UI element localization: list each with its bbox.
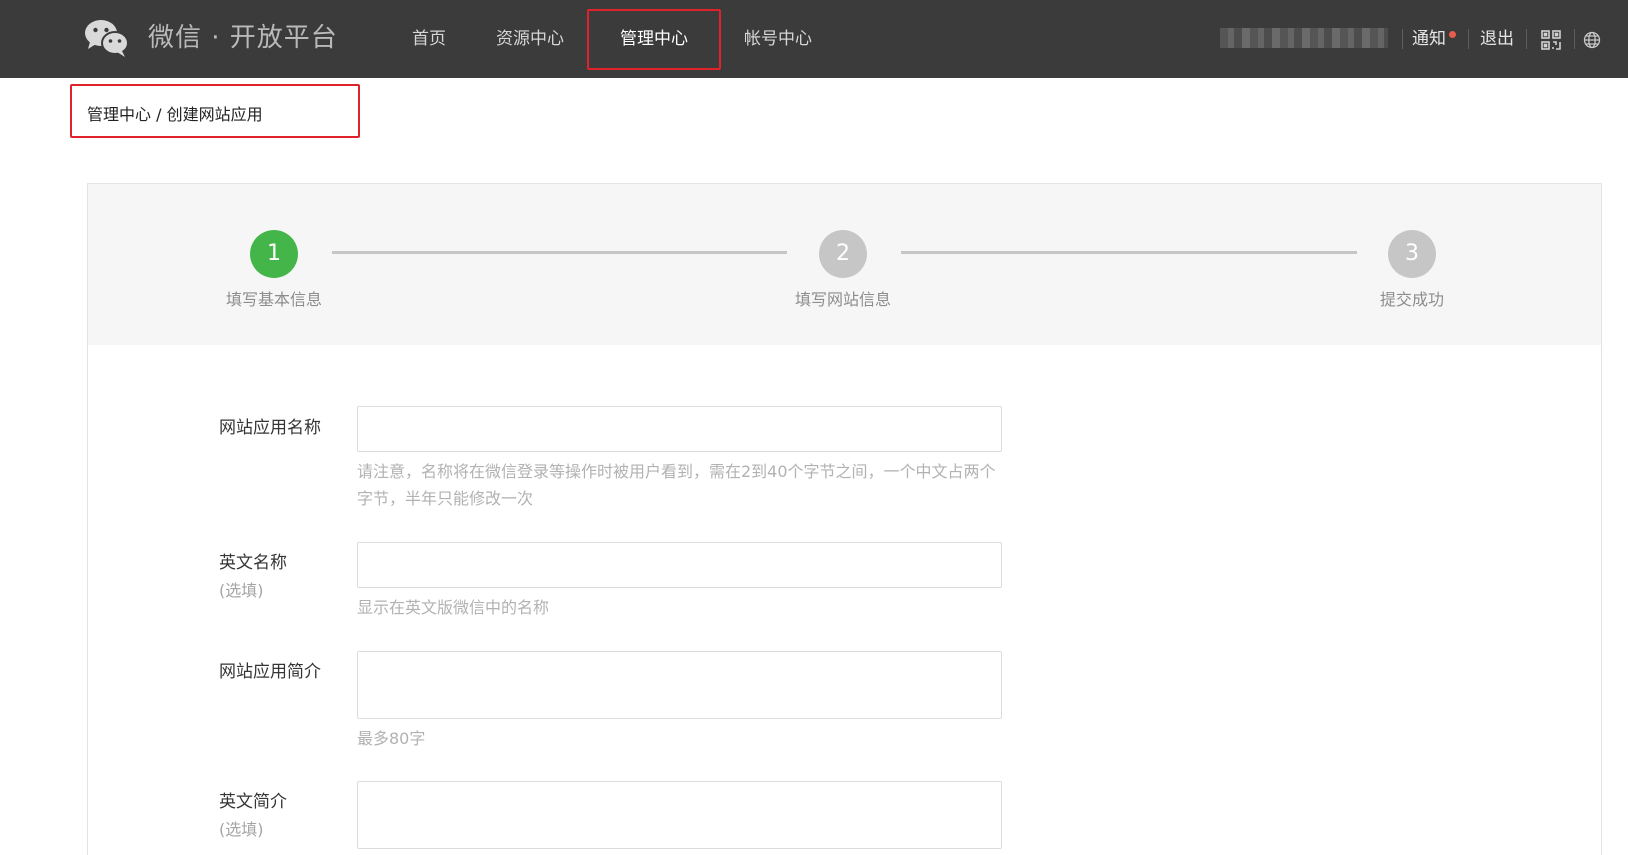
divider [1526,29,1527,49]
app-name-tip: 请注意，名称将在微信登录等操作时被用户看到，需在2到40个字节之间，一个中文占两… [357,462,996,508]
divider [1402,29,1403,49]
app-name-label: 网站应用名称 [219,418,321,438]
step-2-circle: 2 [819,230,867,278]
nav-account-center[interactable]: 帐号中心 [743,0,813,78]
nav-home[interactable]: 首页 [404,0,454,78]
divider [1468,29,1469,49]
top-navigation-bar: 微信 · 开放平台 首页 资源中心 管理中心 帐号中心 通知 退出 [0,0,1628,78]
english-name-label: 英文名称 [219,553,287,573]
create-website-app-panel: 1 填写基本信息 2 填写网站信息 3 提交成功 网站应用名称 请注意，名称将在… [87,183,1602,855]
breadcrumb: 管理中心 / 创建网站应用 [87,105,263,124]
brand-title[interactable]: 微信 · 开放平台 [148,18,338,58]
app-name-input[interactable] [357,406,1002,452]
step-2-label: 填写网站信息 [794,290,891,309]
english-name-optional: (选填) [219,581,264,600]
app-intro-label: 网站应用简介 [219,662,321,682]
notice-link[interactable]: 通知 [1412,0,1446,78]
app-intro-textarea[interactable] [357,651,1002,719]
nav-management-center[interactable]: 管理中心 [619,0,689,78]
english-intro-textarea[interactable] [357,781,1002,849]
english-name-tip: 显示在英文版微信中的名称 [357,598,550,617]
english-name-input[interactable] [357,542,1002,588]
app-intro-tip: 最多80字 [357,729,426,748]
blurred-username[interactable] [1220,28,1388,48]
notice-dot-badge [1449,31,1456,38]
logout-link[interactable]: 退出 [1480,0,1514,78]
step-connector-line [901,251,1357,254]
nav-resource-center[interactable]: 资源中心 [495,0,565,78]
english-intro-optional: (选填) [219,820,264,839]
step-1-label: 填写基本信息 [225,290,322,309]
step-connector-line [332,251,787,254]
step-1-circle: 1 [250,230,298,278]
english-intro-label: 英文简介 [219,792,287,812]
step-3-label: 提交成功 [1379,290,1444,309]
globe-icon[interactable] [1581,29,1603,51]
qrcode-icon[interactable] [1540,29,1562,51]
wechat-logo-icon[interactable] [84,16,130,60]
divider [1574,29,1575,49]
step-progress: 1 填写基本信息 2 填写网站信息 3 提交成功 [88,184,1601,345]
step-3-circle: 3 [1388,230,1436,278]
